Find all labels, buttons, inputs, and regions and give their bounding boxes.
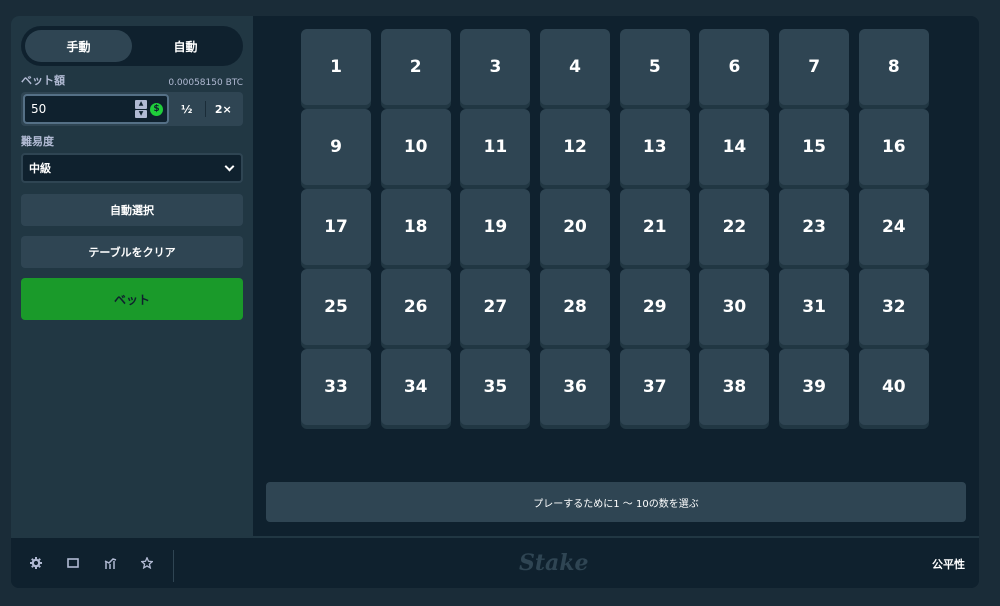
bet-amount-row: ▲ ▼ $ ½ 2× [21, 92, 243, 126]
difficulty-label: 難易度 [21, 135, 54, 148]
keno-tile[interactable]: 29 [619, 269, 690, 345]
keno-tile[interactable]: 6 [699, 29, 770, 105]
keno-tile[interactable]: 36 [540, 349, 611, 425]
keno-tile[interactable]: 20 [540, 189, 611, 265]
footer-bar: Stake 公平性 [11, 536, 979, 588]
stake-logo: Stake [519, 550, 589, 576]
gear-icon[interactable] [29, 556, 43, 570]
keno-app: 手動 自動 ベット額 0.00058150 BTC ▲ ▼ $ ½ 2× 難易度 [11, 16, 979, 588]
bet-button[interactable]: ベット [21, 278, 243, 320]
keno-tile[interactable]: 8 [858, 29, 929, 105]
keno-tile[interactable]: 18 [380, 189, 451, 265]
difficulty-selected-value: 中級 [29, 162, 51, 175]
keno-tile[interactable]: 40 [858, 349, 929, 425]
keno-tile[interactable]: 25 [301, 269, 371, 345]
keno-tile[interactable]: 7 [779, 29, 850, 105]
auto-pick-button[interactable]: 自動選択 [21, 194, 243, 226]
keno-tile[interactable]: 9 [301, 109, 371, 185]
fairness-link[interactable]: 公平性 [932, 556, 965, 572]
difficulty-select[interactable]: 中級 [21, 153, 243, 183]
keno-tile[interactable]: 34 [380, 349, 451, 425]
stepper-down-icon[interactable]: ▼ [135, 109, 147, 118]
footer-divider [173, 550, 174, 582]
keno-tile[interactable]: 31 [779, 269, 850, 345]
btc-amount: 0.00058150 BTC [168, 78, 243, 88]
keno-tile[interactable]: 30 [699, 269, 770, 345]
keno-tile[interactable]: 5 [619, 29, 690, 105]
keno-tile[interactable]: 21 [619, 189, 690, 265]
bet-amount-input[interactable] [31, 102, 135, 116]
chart-icon[interactable] [103, 556, 117, 570]
keno-tile[interactable]: 10 [380, 109, 451, 185]
keno-tile[interactable]: 27 [460, 269, 531, 345]
keno-tile[interactable]: 39 [779, 349, 850, 425]
difficulty-label-row: 難易度 [21, 135, 243, 149]
chevron-down-icon [224, 161, 235, 171]
bet-input-wrap: ▲ ▼ $ [23, 94, 169, 124]
keno-tile[interactable]: 13 [619, 109, 690, 185]
currency-coin-icon: $ [150, 102, 163, 116]
star-icon[interactable] [140, 556, 154, 570]
instruction-message: プレーするために1 〜 10の数を選ぶ [266, 482, 966, 522]
keno-tile[interactable]: 32 [858, 269, 929, 345]
keno-tile[interactable]: 11 [460, 109, 531, 185]
clear-table-button[interactable]: テーブルをクリア [21, 236, 243, 268]
bet-sidebar: 手動 自動 ベット額 0.00058150 BTC ▲ ▼ $ ½ 2× 難易度 [11, 16, 253, 536]
half-bet-button[interactable]: ½ [169, 94, 205, 124]
keno-tile[interactable]: 26 [380, 269, 451, 345]
auto-mode-tab[interactable]: 自動 [132, 30, 239, 62]
keno-tile[interactable]: 33 [301, 349, 371, 425]
keno-tile[interactable]: 24 [858, 189, 929, 265]
keno-tile[interactable]: 12 [540, 109, 611, 185]
keno-tile[interactable]: 2 [380, 29, 451, 105]
bet-amount-label-row: ベット額 0.00058150 BTC [21, 74, 243, 88]
bet-stepper[interactable]: ▲ ▼ [135, 100, 147, 118]
keno-tile[interactable]: 19 [460, 189, 531, 265]
keno-tile[interactable]: 35 [460, 349, 531, 425]
keno-tile[interactable]: 28 [540, 269, 611, 345]
mode-toggle: 手動 自動 [21, 26, 243, 66]
keno-tile[interactable]: 14 [699, 109, 770, 185]
keno-tile[interactable]: 37 [619, 349, 690, 425]
keno-tile[interactable]: 23 [779, 189, 850, 265]
stepper-up-icon[interactable]: ▲ [135, 100, 147, 109]
square-icon[interactable] [66, 556, 80, 570]
keno-tile[interactable]: 38 [699, 349, 770, 425]
bet-amount-label: ベット額 [21, 74, 65, 87]
keno-tile[interactable]: 22 [699, 189, 770, 265]
keno-tile[interactable]: 3 [460, 29, 531, 105]
keno-tile[interactable]: 16 [858, 109, 929, 185]
keno-tile[interactable]: 17 [301, 189, 371, 265]
keno-tile[interactable]: 4 [540, 29, 611, 105]
keno-tile[interactable]: 1 [301, 29, 371, 105]
manual-mode-tab[interactable]: 手動 [25, 30, 132, 62]
double-bet-button[interactable]: 2× [206, 94, 242, 124]
keno-tile[interactable]: 15 [779, 109, 850, 185]
keno-board: 1 2 3 4 5 6 7 8 9 10 11 12 13 14 15 16 17 18 19 20 21 22 23 24 2… [301, 29, 933, 425]
